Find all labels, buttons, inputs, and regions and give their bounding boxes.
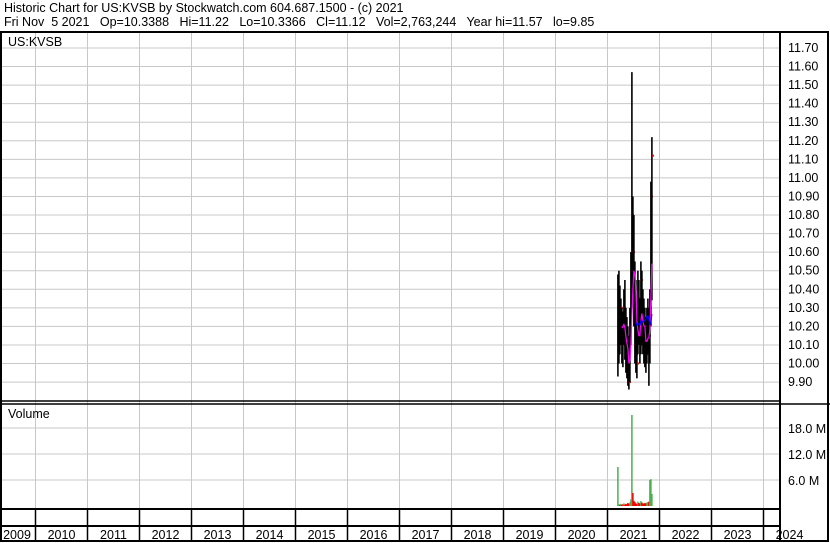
y-tick-label: 10.90 — [788, 189, 819, 203]
y-tick-label: 11.00 — [788, 171, 818, 185]
x-tick-label: 2021 — [620, 528, 648, 542]
x-tick-label: 2022 — [672, 528, 700, 542]
x-tick-label: 2013 — [204, 528, 232, 542]
y-tick-label: 11.40 — [788, 97, 818, 111]
y-tick-label: 10.00 — [788, 357, 819, 371]
y-tick-label: 11.50 — [788, 78, 818, 92]
x-tick-label: 2023 — [724, 528, 752, 542]
y-tick-label: 11.10 — [788, 152, 818, 166]
x-tick-label: 2009 — [3, 528, 31, 542]
x-tick-label: 2019 — [516, 528, 544, 542]
x-tick-label: 2024 — [776, 528, 804, 542]
x-tick-label: 2020 — [568, 528, 596, 542]
volume-label: Volume — [8, 407, 50, 421]
close-marker — [651, 154, 654, 157]
y-tick-label: 10.30 — [788, 301, 819, 315]
y-tick-label: 11.70 — [788, 41, 818, 55]
x-tick-label: 2011 — [100, 528, 127, 542]
x-tick-label: 2017 — [412, 528, 440, 542]
chart-frame — [0, 31, 830, 542]
grid — [0, 33, 780, 541]
close-marker — [636, 362, 639, 365]
y-tick-label: 11.30 — [788, 115, 818, 129]
y-tick-label: 10.10 — [788, 338, 819, 352]
y-tick-label: 11.20 — [788, 134, 818, 148]
volume-tick-label: 6.0 M — [788, 474, 819, 488]
x-tick-label: 2015 — [308, 528, 336, 542]
x-tick-label: 2014 — [256, 528, 284, 542]
outer-border — [0, 31, 829, 542]
y-tick-label: 10.40 — [788, 282, 819, 296]
x-tick-label: 2018 — [464, 528, 492, 542]
symbol-label: US:KVSB — [8, 35, 62, 49]
y-tick-label: 10.80 — [788, 208, 819, 222]
y-tick-label: 10.50 — [788, 264, 819, 278]
y-tick-label: 10.70 — [788, 227, 819, 241]
volume-tick-label: 12.0 M — [788, 448, 826, 462]
x-tick-label: 2012 — [152, 528, 180, 542]
volume-tick-label: 18.0 M — [788, 422, 826, 436]
x-tick-label: 2010 — [48, 528, 76, 542]
y-tick-label: 11.60 — [788, 60, 818, 74]
y-tick-label: 10.60 — [788, 245, 819, 259]
y-tick-label: 9.90 — [788, 375, 812, 389]
x-tick-label: 2016 — [360, 528, 388, 542]
y-tick-label: 10.20 — [788, 319, 819, 333]
stock-chart: US:KVSB Volume 2009 2010 2011 2012 2013 2014 2… — [0, 31, 830, 542]
